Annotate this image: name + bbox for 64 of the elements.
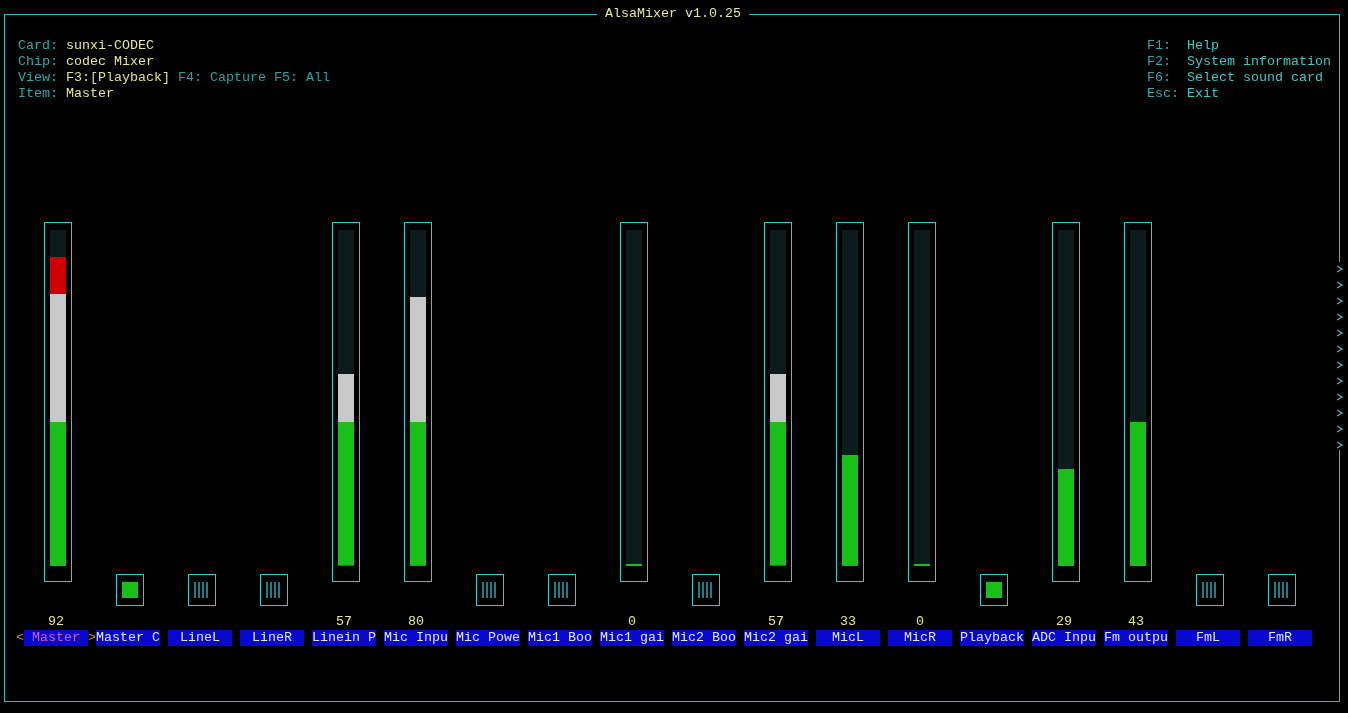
info-label: Item:: [18, 86, 58, 102]
help-action: Exit: [1187, 86, 1219, 102]
channel-label[interactable]: MicL: [816, 630, 880, 646]
key-hint: F6:: [1147, 70, 1172, 86]
channel-label[interactable]: FmL: [1176, 630, 1240, 646]
volume-slider[interactable]: [410, 230, 426, 566]
mute-switch[interactable]: [692, 574, 720, 606]
view-tab[interactable]: F3:[Playback]: [66, 70, 170, 86]
volume-slider[interactable]: [338, 230, 354, 566]
mute-switch[interactable]: [116, 574, 144, 606]
volume-slider[interactable]: [1130, 230, 1146, 566]
channel-label[interactable]: Linein P: [312, 630, 376, 646]
channel-label[interactable]: ADC Inpu: [1032, 630, 1096, 646]
volume-value: 57: [768, 614, 784, 630]
mute-switch[interactable]: [980, 574, 1008, 606]
info-value: Master: [66, 86, 114, 102]
channel-label[interactable]: Mic1 Boo: [528, 630, 592, 646]
mute-switch[interactable]: [260, 574, 288, 606]
volume-slider[interactable]: [914, 230, 930, 566]
channel-label[interactable]: Mic1 gai: [600, 630, 664, 646]
window-title: AlsaMixer v1.0.25: [604, 6, 742, 22]
key-hint: F1:: [1147, 38, 1172, 54]
volume-value: 33: [840, 614, 856, 630]
help-action: Help: [1187, 38, 1219, 54]
selection-marker: <: [16, 630, 24, 646]
channel-label[interactable]: Master C: [96, 630, 160, 646]
help-action: Select sound card: [1187, 70, 1323, 86]
selection-marker: >: [88, 630, 96, 646]
info-value: sunxi-CODEC: [66, 38, 154, 54]
mute-switch[interactable]: [1268, 574, 1296, 606]
volume-slider[interactable]: [842, 230, 858, 566]
mute-switch[interactable]: [188, 574, 216, 606]
volume-slider[interactable]: [1058, 230, 1074, 566]
key-hint: F2:: [1147, 54, 1172, 70]
view-tab[interactable]: F4: Capture: [178, 70, 266, 86]
view-tab[interactable]: F5: All: [273, 70, 330, 86]
volume-value: 0: [628, 614, 636, 630]
volume-value: 80: [408, 614, 424, 630]
channel-label[interactable]: LineR: [240, 630, 304, 646]
info-label: Chip:: [18, 54, 58, 70]
volume-slider[interactable]: [626, 230, 642, 566]
channel-label[interactable]: Mic2 Boo: [672, 630, 736, 646]
channel-label[interactable]: Mic Powe: [456, 630, 520, 646]
channel-label[interactable]: Mic2 gai: [744, 630, 808, 646]
volume-value: 43: [1128, 614, 1144, 630]
volume-slider[interactable]: [770, 230, 786, 566]
volume-value: 57: [336, 614, 352, 630]
volume-value: 0: [916, 614, 924, 630]
info-label: View:: [18, 70, 58, 86]
channel-label[interactable]: MicR: [888, 630, 952, 646]
volume-value: 29: [1056, 614, 1072, 630]
channel-label[interactable]: FmR: [1248, 630, 1312, 646]
channel-label[interactable]: LineL: [168, 630, 232, 646]
mute-switch[interactable]: [548, 574, 576, 606]
mute-switch[interactable]: [476, 574, 504, 606]
key-hint: Esc:: [1147, 86, 1180, 102]
channel-label[interactable]: Playback: [960, 630, 1024, 646]
help-action: System information: [1187, 54, 1331, 70]
channel-label[interactable]: Fm outpu: [1104, 630, 1168, 646]
mute-switch[interactable]: [1196, 574, 1224, 606]
volume-value: 92: [48, 614, 64, 630]
channel-label[interactable]: Mic Inpu: [384, 630, 448, 646]
info-label: Card:: [18, 38, 58, 54]
info-value: codec Mixer: [66, 54, 154, 70]
